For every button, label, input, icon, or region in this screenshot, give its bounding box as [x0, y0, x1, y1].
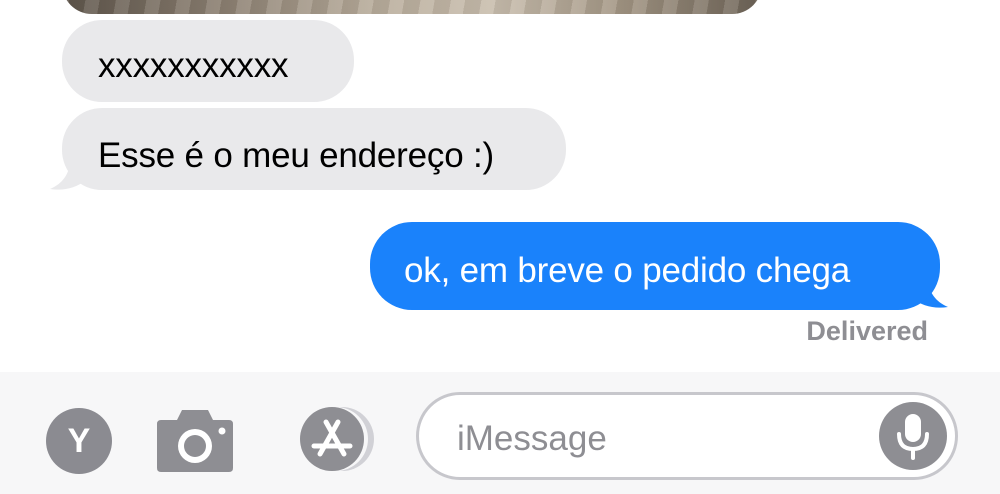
incoming-message[interactable]: xxxxxxxxxxx	[62, 20, 354, 102]
delivery-status: Delivered	[806, 316, 928, 346]
app-store-icon	[300, 407, 374, 471]
outgoing-message[interactable]: ok, em breve o pedido chega	[370, 222, 940, 310]
message-input[interactable]: iMessage	[416, 392, 958, 480]
message-text: xxxxxxxxxxx	[98, 46, 289, 85]
message-input-placeholder: iMessage	[457, 419, 607, 458]
microphone-icon	[897, 414, 929, 460]
dictation-button[interactable]	[879, 402, 947, 470]
avatar-initial: Y	[67, 422, 91, 460]
message-text: ok, em breve o pedido chega	[404, 251, 851, 290]
shared-photo[interactable]	[62, 0, 762, 14]
camera-icon	[157, 410, 233, 472]
app-store-button[interactable]	[286, 404, 378, 474]
message-text: Esse é o meu endereço :)	[98, 136, 494, 175]
messages-screen: xxxxxxxxxxx Esse é o meu endereço :) ok,…	[0, 0, 1000, 494]
camera-button[interactable]	[155, 404, 235, 474]
avatar-button[interactable]: Y	[46, 408, 112, 474]
incoming-message[interactable]: Esse é o meu endereço :)	[62, 108, 566, 190]
